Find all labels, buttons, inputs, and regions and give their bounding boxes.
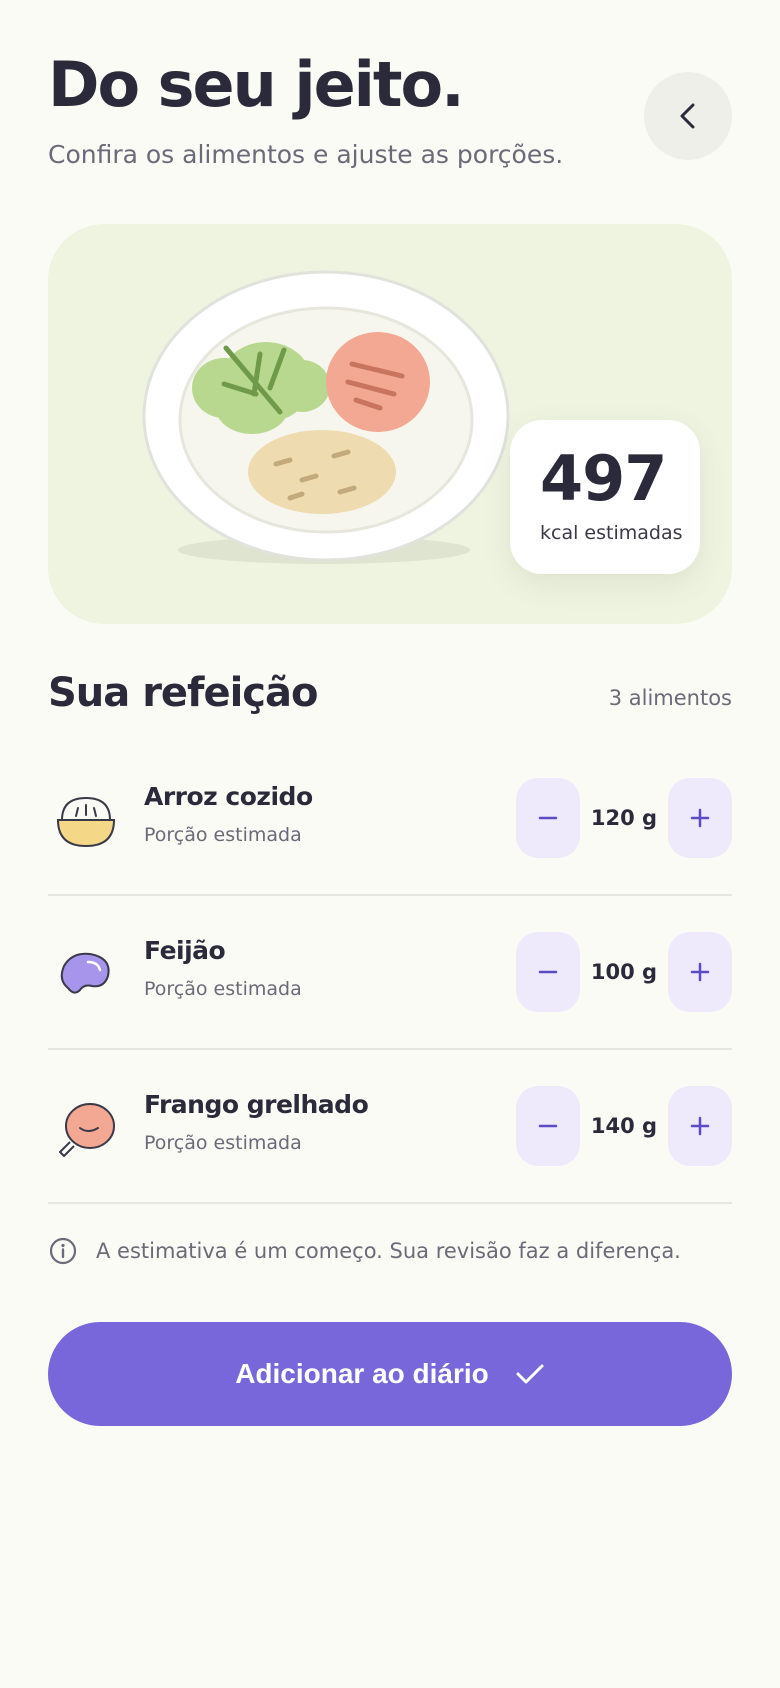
- portion-value: 120 g: [590, 806, 658, 830]
- food-name: Arroz cozido: [144, 782, 313, 811]
- add-to-diary-button[interactable]: Adicionar ao diário: [48, 1322, 732, 1426]
- chicken-illustration: [326, 332, 430, 432]
- portion-value: 100 g: [590, 960, 658, 984]
- chevron-left-icon: [680, 103, 695, 129]
- calorie-card: 497 kcal estimadas: [510, 420, 700, 574]
- plus-icon: [690, 808, 710, 828]
- chicken-leg-icon: [59, 1103, 115, 1157]
- food-name: Frango grelhado: [144, 1090, 369, 1119]
- rice-illustration: [248, 430, 396, 514]
- meal-item-count: 3 alimentos: [608, 686, 732, 710]
- meal-section-title: Sua refeição: [48, 670, 318, 716]
- page-subtitle: Confira os alimentos e ajuste as porções…: [48, 140, 564, 169]
- food-list: Arroz cozido Porção estimada 120 g Feijã…: [48, 742, 732, 1204]
- calorie-value: 497: [540, 442, 667, 515]
- add-to-diary-label: Adicionar ao diário: [235, 1358, 489, 1389]
- rice-bowl-icon: [56, 796, 116, 848]
- increase-portion-button[interactable]: [668, 778, 732, 858]
- estimate-note-text: A estimativa é um começo. Sua revisão fa…: [96, 1239, 681, 1263]
- food-subtitle: Porção estimada: [144, 1132, 302, 1154]
- decrease-portion-button[interactable]: [516, 1086, 580, 1166]
- info-icon: [49, 1237, 77, 1265]
- increase-portion-button[interactable]: [668, 1086, 732, 1166]
- check-icon: [516, 1364, 544, 1384]
- page-title: Do seu jeito.: [48, 48, 465, 121]
- minus-icon: [538, 970, 558, 974]
- meal-photo-card: 497 kcal estimadas: [48, 224, 732, 624]
- calorie-label: kcal estimadas: [540, 522, 683, 544]
- decrease-portion-button[interactable]: [516, 778, 580, 858]
- food-subtitle: Porção estimada: [144, 824, 302, 846]
- increase-portion-button[interactable]: [668, 932, 732, 1012]
- food-item-beans: Feijão Porção estimada 100 g: [48, 896, 732, 1050]
- food-item-rice: Arroz cozido Porção estimada 120 g: [48, 742, 732, 896]
- back-button[interactable]: [644, 72, 732, 160]
- food-item-chicken: Frango grelhado Porção estimada 140 g: [48, 1050, 732, 1204]
- portion-value: 140 g: [590, 1114, 658, 1138]
- minus-icon: [538, 1124, 558, 1128]
- bean-icon: [60, 952, 110, 994]
- estimate-note: A estimativa é um começo. Sua revisão fa…: [48, 1236, 681, 1266]
- food-name: Feijão: [144, 936, 226, 965]
- plus-icon: [690, 962, 710, 982]
- decrease-portion-button[interactable]: [516, 932, 580, 1012]
- food-subtitle: Porção estimada: [144, 978, 302, 1000]
- minus-icon: [538, 816, 558, 820]
- plus-icon: [690, 1116, 710, 1136]
